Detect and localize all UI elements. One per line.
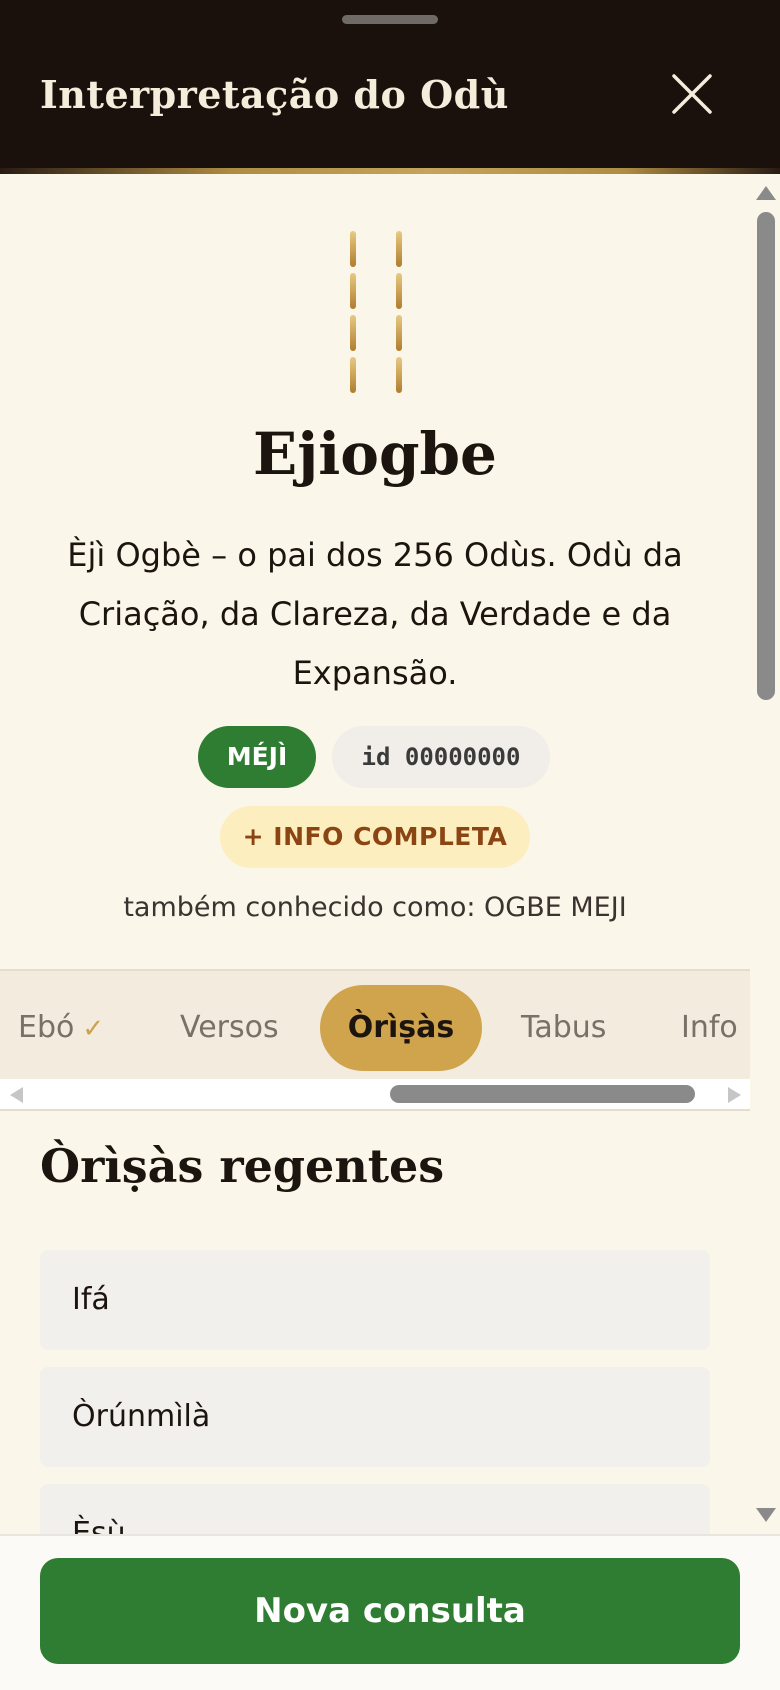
odu-name: Ejiogbe [253, 420, 497, 488]
tab-bar: Ebó ✓ Versos Òrìṣàs Tabus Info [0, 969, 750, 1081]
odu-mark [396, 357, 402, 393]
odu-mark [350, 273, 356, 309]
orisa-item[interactable]: Èṣù [40, 1484, 710, 1534]
scroll-right-arrow-icon[interactable] [728, 1087, 741, 1103]
close-button[interactable] [668, 70, 716, 118]
tab-ebo[interactable]: Ebó ✓ [18, 985, 104, 1071]
tab-label: Òrìṣàs [347, 1010, 455, 1045]
odu-mark [350, 231, 356, 267]
new-consultation-button[interactable]: Nova consulta [40, 1558, 740, 1664]
section-title: Òrìṣàs regentes [40, 1139, 445, 1193]
odu-mark [396, 315, 402, 351]
close-icon [672, 74, 712, 114]
tabs-horizontal-scrollbar[interactable] [0, 1079, 750, 1111]
scroll-down-arrow-icon[interactable] [756, 1508, 776, 1522]
odu-description: Èjì Ogbè – o pai dos 256 Odùs. Odù da Cr… [67, 536, 683, 692]
odu-mark [396, 273, 402, 309]
tab-info[interactable]: Info [681, 985, 738, 1071]
horizontal-scroll-thumb[interactable] [390, 1085, 695, 1103]
tab-label: Versos [180, 1010, 279, 1045]
odu-id-badge: id 00000000 [332, 726, 550, 788]
content-area[interactable]: Ejiogbe Èjì Ogbè – o pai dos 256 Odùs. O… [0, 174, 750, 1534]
odu-mark [350, 315, 356, 351]
full-info-button[interactable]: + INFO COMPLETA [220, 806, 530, 868]
tab-tabus[interactable]: Tabus [521, 985, 606, 1071]
odu-figure [350, 231, 402, 393]
scroll-up-arrow-icon[interactable] [756, 186, 776, 200]
odu-mark [350, 357, 356, 393]
check-icon: ✓ [82, 1014, 105, 1044]
page-title: Interpretação do Odù [40, 72, 509, 117]
orisa-item[interactable]: Òrúnmìlà [40, 1367, 710, 1467]
scroll-left-arrow-icon[interactable] [10, 1087, 23, 1103]
meji-badge: MÉJÌ [198, 726, 316, 788]
footer: Nova consulta [0, 1534, 780, 1690]
tab-label: Info [681, 1010, 738, 1045]
tab-orisas[interactable]: Òrìṣàs [320, 985, 482, 1071]
vertical-scroll-thumb[interactable] [757, 212, 775, 700]
drag-handle[interactable] [342, 15, 438, 24]
tab-label: Ebó [18, 1010, 75, 1045]
odu-mark [396, 231, 402, 267]
sheet-header: Interpretação do Odù [0, 0, 780, 170]
tab-versos[interactable]: Versos [180, 985, 279, 1071]
tab-label: Tabus [521, 1010, 607, 1045]
also-known-as: também conhecido como: OGBE MEJI [123, 892, 627, 923]
orisa-item[interactable]: Ifá [40, 1250, 710, 1350]
vertical-scrollbar[interactable] [750, 174, 780, 1534]
